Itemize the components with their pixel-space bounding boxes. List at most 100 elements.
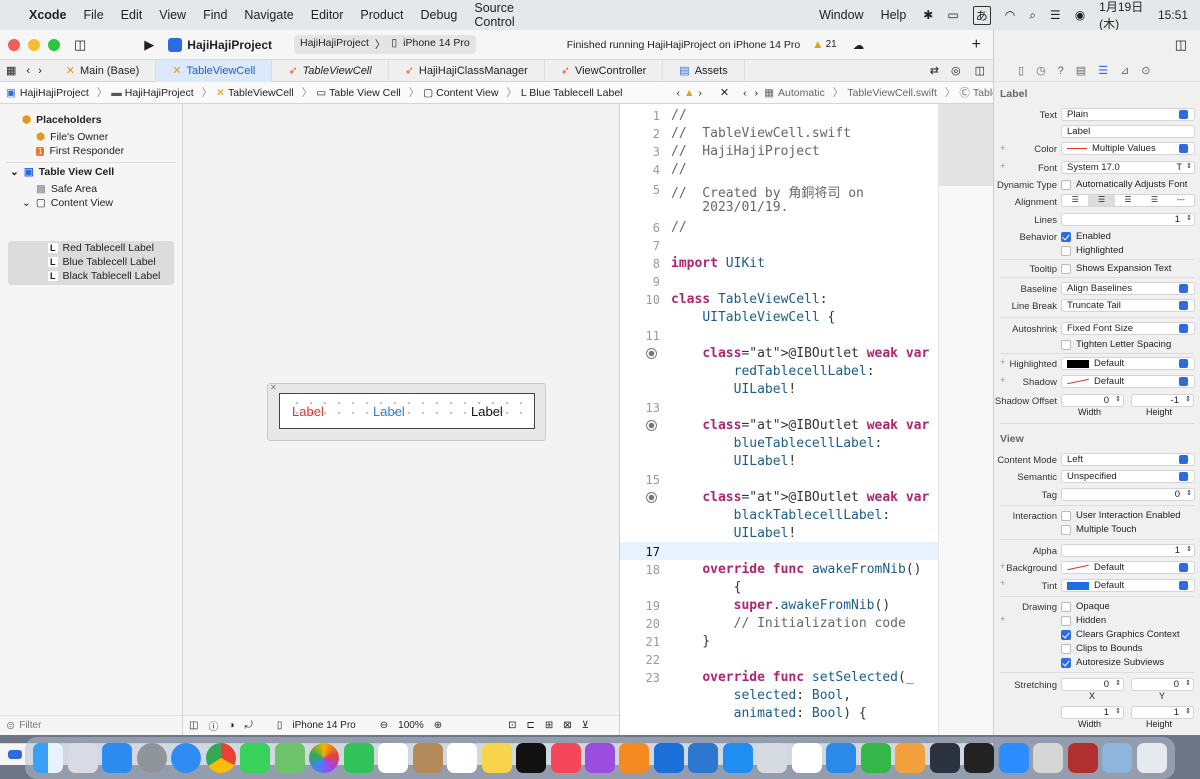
align-justify-icon[interactable]: ☰ xyxy=(1141,195,1167,206)
testflight-icon[interactable] xyxy=(757,743,788,773)
crumb-group[interactable]: HajiHajiProject xyxy=(125,87,194,99)
crumb-project[interactable]: HajiHajiProject xyxy=(20,87,89,99)
identity-inspector-icon[interactable]: ▤ xyxy=(1076,64,1086,77)
minimize-window-button[interactable] xyxy=(28,38,40,51)
code-line[interactable]: 2023/01/19. xyxy=(671,200,788,215)
tab-main-storyboard[interactable]: ✕ Main (Base) xyxy=(50,59,157,82)
outline-table-view-cell[interactable]: ⌄ ▣ Table View Cell xyxy=(10,166,114,178)
stepper-icon[interactable]: ⇕ xyxy=(1115,679,1121,687)
add-variation-icon[interactable]: + xyxy=(1000,561,1006,572)
calendar-icon[interactable] xyxy=(378,743,409,773)
crumb-automatic[interactable]: Automatic xyxy=(778,87,825,99)
preview-icon[interactable] xyxy=(1102,743,1133,773)
user-interaction-checkbox[interactable]: User Interaction Enabled xyxy=(1061,510,1181,521)
zoom-icon[interactable] xyxy=(998,743,1029,773)
books-icon[interactable] xyxy=(619,743,650,773)
shadow-width-field[interactable]: 0 ⇕ xyxy=(1061,394,1124,407)
code-line[interactable]: // xyxy=(671,220,687,235)
crumb-cell[interactable]: Table View Cell xyxy=(329,87,401,99)
code-line[interactable]: UILabel! xyxy=(671,526,797,541)
app-store-icon[interactable] xyxy=(722,743,753,773)
bluetooth-icon[interactable]: ✱ xyxy=(923,8,933,22)
opaque-checkbox[interactable]: Opaque xyxy=(1061,601,1110,612)
font-book-icon[interactable] xyxy=(1033,743,1064,773)
align-right-icon[interactable]: ☰ xyxy=(1115,195,1141,206)
crumb-file[interactable]: TableViewCell xyxy=(228,87,294,99)
outlet-connection-icon[interactable] xyxy=(646,420,657,431)
contacts-icon[interactable] xyxy=(412,743,443,773)
menu-help[interactable]: Help xyxy=(881,8,907,22)
debug-area-toggle[interactable] xyxy=(8,750,22,759)
code-line[interactable]: // xyxy=(671,108,687,123)
alpha-field[interactable]: 1 ⇕ xyxy=(1061,544,1195,557)
clips-to-bounds-checkbox[interactable]: Clips to Bounds xyxy=(1061,643,1143,654)
mail-icon[interactable] xyxy=(102,743,133,773)
siri-icon[interactable]: ◉ xyxy=(1075,8,1085,22)
canvas-device[interactable]: iPhone 14 Pro xyxy=(292,720,355,731)
update-frames-icon[interactable]: ⊡ xyxy=(508,720,516,731)
align-icon[interactable]: ⊏ xyxy=(527,720,535,731)
trash-icon[interactable] xyxy=(1136,743,1167,773)
lines-field[interactable]: 1 ⇕ xyxy=(1061,213,1195,226)
stepper-icon[interactable]: ⇕ xyxy=(1185,707,1191,715)
terminal-icon[interactable] xyxy=(964,743,995,773)
code-line[interactable]: UILabel! xyxy=(671,454,797,469)
vscode-icon[interactable] xyxy=(791,743,822,773)
launchpad-icon[interactable] xyxy=(67,743,98,773)
code-line[interactable]: // xyxy=(671,162,687,177)
stepper-icon[interactable]: ⇕ xyxy=(1186,545,1192,553)
back-icon[interactable]: ‹ xyxy=(22,65,34,77)
scheme-selector[interactable]: HajiHajiProject 〉 ▯ iPhone 14 Pro xyxy=(294,35,476,54)
tab-tableviewcell-xib[interactable]: ✕ TableViewCell xyxy=(156,59,273,82)
line-break-popup[interactable]: Truncate Tail xyxy=(1061,299,1195,312)
photos-icon[interactable] xyxy=(309,743,340,773)
code-line[interactable]: // Initialization code xyxy=(671,616,906,631)
code-line[interactable]: super.awakeFromNib() xyxy=(671,598,891,613)
tag-field[interactable]: 0 ⇕ xyxy=(1061,488,1195,501)
font-field[interactable]: System 17.0 T ⇕ xyxy=(1061,161,1195,174)
code-line[interactable]: blueTablecellLabel: xyxy=(671,436,883,451)
outline-safe-area[interactable]: ▩ Safe Area xyxy=(36,183,97,195)
code-line[interactable]: class TableViewCell: xyxy=(671,292,828,307)
cloud-icon[interactable]: ☁ xyxy=(853,38,865,52)
warning-icon[interactable]: ▲ xyxy=(812,39,823,51)
code-line[interactable]: UITableViewCell { xyxy=(671,310,835,325)
forward-icon[interactable]: › xyxy=(698,87,702,99)
menu-navigate[interactable]: Navigate xyxy=(244,8,293,22)
wifi-icon[interactable]: ◠ xyxy=(1005,8,1015,22)
stretch-y-field[interactable]: 0 ⇕ xyxy=(1131,678,1194,691)
add-variation-icon[interactable]: + xyxy=(1000,161,1006,172)
zoom-level[interactable]: 100% xyxy=(398,720,424,731)
input-method[interactable]: あ xyxy=(972,5,991,25)
cell-frame[interactable]: ✕ Label Label Label xyxy=(267,383,546,441)
baseline-popup[interactable]: Align Baselines xyxy=(1061,282,1195,295)
forward-icon[interactable]: › xyxy=(755,87,759,99)
highlighted-checkbox[interactable]: Highlighted xyxy=(1061,245,1124,256)
align-center-icon[interactable]: ☰ xyxy=(1088,195,1115,206)
menu-time[interactable]: 15:51 xyxy=(1158,8,1188,22)
menu-source-control[interactable]: Source Control xyxy=(474,1,552,29)
code-line[interactable]: class="at">@IBOutlet weak var xyxy=(671,346,929,361)
add-variation-icon[interactable]: + xyxy=(1000,143,1006,154)
close-editor-icon[interactable]: ✕ xyxy=(720,86,729,99)
menu-find[interactable]: Find xyxy=(203,8,227,22)
multiple-touch-checkbox[interactable]: Multiple Touch xyxy=(1061,524,1137,535)
code-editor[interactable]: 1 // 2 // TableViewCell.swift 3 // HajiHajiPr… xyxy=(619,104,993,735)
resolve-icon[interactable]: ⊠ xyxy=(563,720,571,731)
stepper-icon[interactable]: ⇕ xyxy=(1185,395,1191,403)
simulator-icon[interactable] xyxy=(929,743,960,773)
minimap-viewport[interactable] xyxy=(939,104,993,186)
pages-icon[interactable] xyxy=(895,743,926,773)
numbers-icon[interactable] xyxy=(860,743,891,773)
crumb-content-view[interactable]: Content View xyxy=(436,87,498,99)
pin-icon[interactable]: ⊞ xyxy=(545,720,553,731)
code-line[interactable]: class="at">@IBOutlet weak var xyxy=(671,490,929,505)
keynote-icon[interactable] xyxy=(826,743,857,773)
menu-date[interactable]: 1月19日(木) xyxy=(1099,0,1144,32)
menu-debug[interactable]: Debug xyxy=(421,8,458,22)
podcasts-icon[interactable] xyxy=(584,743,615,773)
zoom-in-icon[interactable]: ⊕ xyxy=(434,720,442,731)
embed-icon[interactable]: ⊻ xyxy=(582,720,589,731)
disclosure-open-icon[interactable]: ⌄ xyxy=(10,166,19,178)
color-popup[interactable]: Multiple Values xyxy=(1061,142,1195,155)
